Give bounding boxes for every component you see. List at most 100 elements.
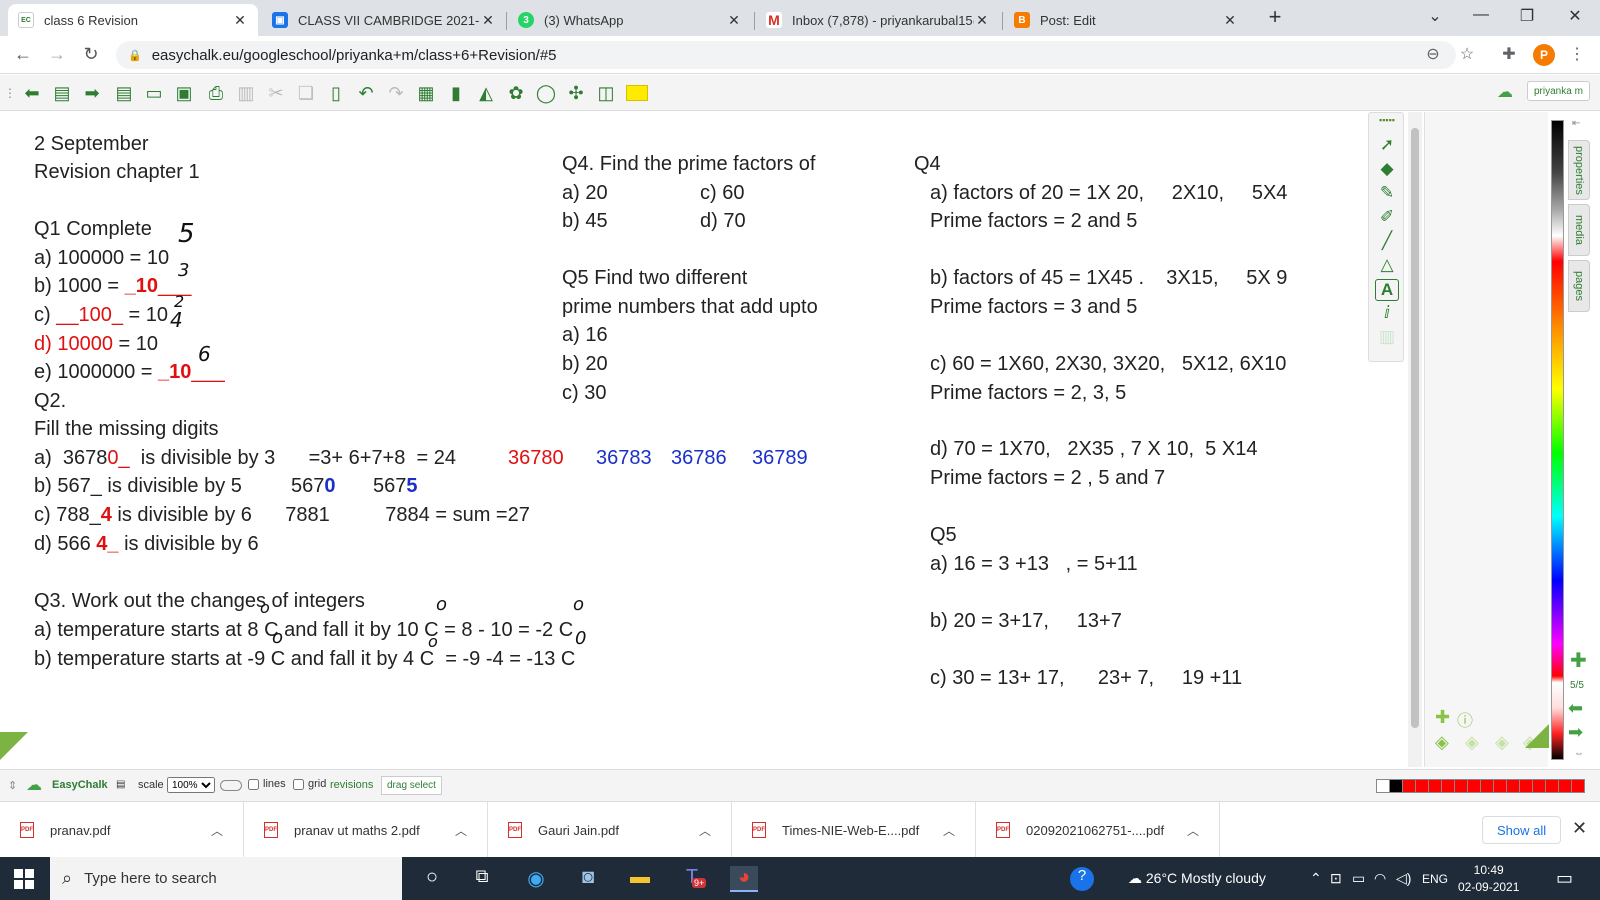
text-tool-icon[interactable]: A [1375,279,1399,301]
color-swatch[interactable] [1441,779,1455,793]
formula-pen-icon[interactable]: ⅈ [1375,303,1399,325]
open-folder-icon[interactable]: ▭ [142,82,166,104]
add-page-icon[interactable]: ✚ [1570,648,1587,673]
color-swatch[interactable] [1571,779,1585,793]
zoom-icon[interactable]: ⊖ [1422,44,1444,64]
prev-page-icon[interactable]: ⬅ [20,82,44,104]
copy-icon[interactable]: ❏ [294,82,318,104]
task-view-icon[interactable]: ⧉ [468,866,496,892]
shapes-tool-icon[interactable]: △ [1375,255,1399,277]
url-input[interactable]: 🔒 easychalk.eu/googleschool/priyanka+m/c… [116,41,1456,69]
next-page-icon[interactable]: ➡ [80,82,104,104]
scale-select[interactable]: 100% [167,777,215,793]
widgets-icon[interactable]: ✣ [564,82,588,104]
color-swatch[interactable] [1532,779,1546,793]
menu-kebab-icon[interactable]: ⋮ [1566,44,1588,64]
tab-search-icon[interactable]: ⌄ [1420,6,1450,26]
download-item[interactable]: PDF Times-NIE-Web-E....pdf ︿ [732,802,976,858]
highlighter-icon[interactable]: ✐ [1375,207,1399,229]
color-swatch[interactable] [1454,779,1468,793]
color-swatch[interactable] [1558,779,1572,793]
wifi-icon[interactable]: ◠ [1374,870,1386,887]
comment-icon[interactable]: ◯ [534,82,558,104]
layer-icon[interactable]: ◈ [1495,732,1509,753]
chevron-up-icon[interactable]: ︿ [455,822,467,839]
cortana-icon[interactable]: ○ [418,866,446,892]
info-icon[interactable]: ⓘ [1457,707,1473,731]
tab-properties[interactable]: properties [1568,140,1590,200]
prev-page-arrow-icon[interactable]: ⬅ [1568,698,1583,719]
undo-icon[interactable]: ↶ [354,82,378,104]
help-icon[interactable]: ? [1070,867,1094,891]
presentation-icon[interactable]: ◫ [594,82,618,104]
back-icon[interactable]: ← [12,44,34,65]
new-tab-button[interactable]: + [1260,4,1290,30]
notifications-icon[interactable]: ▭ [1556,868,1573,889]
tab-media[interactable]: media [1568,204,1590,256]
battery-icon[interactable]: ▭ [1352,870,1365,887]
windows-start-icon[interactable] [14,869,34,889]
select-arrow-icon[interactable]: ➚ [1375,135,1399,157]
window-close-icon[interactable]: ✕ [1560,6,1590,26]
download-item[interactable]: PDF 02092021062751-....pdf ︿ [976,802,1220,858]
language-indicator[interactable]: ENG [1422,872,1448,886]
next-page-arrow-icon[interactable]: ➡ [1568,722,1583,743]
easychalk-logo[interactable]: EasyChalk [52,779,108,791]
color-swatch[interactable] [1467,779,1481,793]
panel-collapse-icon[interactable]: ⇤ [1572,118,1580,129]
grid-checkbox[interactable] [293,778,304,790]
layer-icon[interactable]: ◈ [1465,732,1479,753]
cut-icon[interactable]: ✂ [264,82,288,104]
weather-widget[interactable]: ☁ 26°C Mostly cloudy [1128,870,1266,887]
minimize-icon[interactable]: — [1466,6,1496,24]
add-layer-icon[interactable]: ✚ [1435,707,1450,728]
user-badge[interactable]: priyanka m [1527,81,1590,101]
next-page-corner-icon[interactable] [1525,724,1549,748]
chevron-up-icon[interactable]: ︿ [211,822,223,839]
prev-page-corner-icon[interactable] [0,732,28,760]
tab-whatsapp[interactable]: 3 (3) WhatsApp ✕ [508,4,752,36]
close-icon[interactable]: ✕ [726,12,742,29]
download-item[interactable]: PDF pranav ut maths 2.pdf ︿ [244,802,488,858]
highlight-color-swatch[interactable] [626,85,648,101]
vertical-scrollbar[interactable] [1408,112,1422,767]
scrollbar-thumb[interactable] [1411,128,1419,728]
tray-chevron-up-icon[interactable]: ⌃ [1310,870,1322,887]
chevron-up-icon[interactable]: ︿ [1187,822,1199,839]
page-list-icon[interactable]: ▤ [50,82,74,104]
color-swatch[interactable] [1506,779,1520,793]
color-swatch[interactable] [1376,779,1390,793]
panel-expand-icon[interactable]: ⇔ [1574,748,1584,759]
flag-icon[interactable]: ▤ [116,779,125,790]
bar-grip-icon[interactable]: ⇕ [8,779,17,792]
forward-icon[interactable]: → [46,44,68,65]
download-item[interactable]: PDF Gauri Jain.pdf ︿ [488,802,732,858]
new-document-icon[interactable]: ▤ [112,82,136,104]
save-icon[interactable]: ▣ [172,82,196,104]
toggle-switch[interactable] [220,780,242,791]
profile-avatar[interactable]: P [1533,44,1555,66]
revisions-link[interactable]: revisions [330,779,373,791]
extensions-icon[interactable]: ✚ [1498,44,1520,64]
delete-icon[interactable]: ▥ [234,82,258,104]
camera-icon[interactable]: ◙ [574,866,602,892]
tab-pages[interactable]: pages [1568,260,1590,312]
print-icon[interactable]: ⎙ [204,82,228,104]
volume-icon[interactable]: ◁) [1396,870,1411,887]
toolbar-handle-icon[interactable]: ⋮ [4,82,16,104]
reload-icon[interactable]: ↻ [80,44,102,65]
color-swatch[interactable] [1545,779,1559,793]
tab-class-vii-cambridge[interactable]: ▣ CLASS VII CAMBRIDGE 2021-22 / ✕ [262,4,506,36]
trash-icon[interactable]: ▥ [1375,327,1399,349]
close-icon[interactable]: ✕ [480,12,496,29]
edge-icon[interactable]: ◉ [522,866,550,892]
color-swatch[interactable] [1389,779,1403,793]
close-icon[interactable]: ✕ [974,12,990,29]
color-swatch[interactable] [1519,779,1533,793]
file-explorer-icon[interactable]: ▬ [626,866,654,892]
table-icon[interactable]: ▦ [414,82,438,104]
chrome-icon[interactable]: ◕ [730,866,758,892]
close-downloads-icon[interactable]: ✕ [1572,818,1587,839]
paste-icon[interactable]: ▯ [324,82,348,104]
restore-icon[interactable]: ❐ [1512,6,1542,26]
